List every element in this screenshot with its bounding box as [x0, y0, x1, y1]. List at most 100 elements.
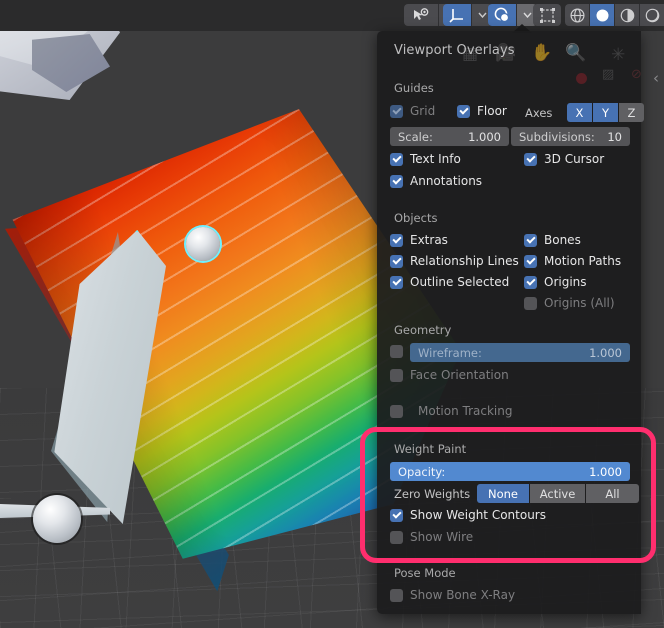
bone-selection-outline	[54, 230, 166, 524]
checkbox-extras[interactable]: Extras	[390, 233, 448, 247]
checkbox-origins-all[interactable]: Origins (All)	[524, 296, 615, 310]
axis-toggle-x[interactable]: X	[567, 103, 592, 122]
wireframe-globe-icon[interactable]	[565, 4, 589, 26]
shading-mode-group	[565, 4, 664, 26]
checkbox-origins[interactable]: Origins	[524, 275, 587, 289]
collapse-chevron-icon[interactable]: ‹	[653, 69, 659, 87]
checkbox-show-bone-xray-label: Show Bone X-Ray	[410, 588, 516, 602]
zoom-ghost-icon: 🔍	[565, 43, 587, 63]
checkbox-origins-label: Origins	[544, 275, 587, 289]
checkbox-grid[interactable]: Grid	[390, 104, 435, 118]
zero-weights-label: Zero Weights	[394, 487, 471, 501]
checkbox-show-bone-xray-box	[390, 588, 403, 602]
checkbox-show-weight-contours-box	[390, 508, 403, 522]
slider-wireframe[interactable]: Wireframe: 1.000	[410, 343, 630, 362]
axis-gizmo-icon[interactable]	[443, 4, 471, 26]
checkbox-extras-box	[390, 233, 403, 247]
slider-opacity-label: Opacity:	[398, 464, 446, 479]
dither-ghost-icon: ▨	[602, 67, 615, 82]
checkbox-3d-cursor[interactable]: 3D Cursor	[524, 152, 604, 166]
checkbox-outline-selected-label: Outline Selected	[410, 275, 510, 289]
xray-cube-icon[interactable]	[533, 4, 561, 26]
checkbox-motion-paths-box	[524, 254, 537, 268]
viewport-overlays-popover: ▦ 🎥 ✋ 🔍 ✳ ▨ ⊘ Viewport Overlays ‹ Guides…	[377, 31, 659, 614]
solid-sphere-icon[interactable]	[590, 4, 614, 26]
section-label-pose-mode: Pose Mode	[394, 566, 456, 580]
axes-toggle-group: X Y Z	[567, 103, 644, 122]
checkbox-3d-cursor-box	[524, 152, 537, 166]
armature-bone[interactable]	[40, 230, 220, 530]
transform-orientation-group	[443, 4, 492, 26]
checkbox-bones[interactable]: Bones	[524, 233, 581, 247]
zero-weights-option-active[interactable]: Active	[530, 484, 585, 503]
checkbox-grid-box	[390, 104, 403, 118]
slider-wireframe-value: 1.000	[589, 345, 622, 360]
material-sphere-icon[interactable]	[615, 4, 639, 26]
checkbox-motion-tracking[interactable]: Motion Tracking	[390, 404, 512, 418]
field-grid-scale-value: 1.000	[468, 129, 501, 144]
zero-weights-toggle-group: None Active All	[477, 484, 639, 503]
checkbox-text-info-label: Text Info	[410, 152, 461, 166]
popover-title: Viewport Overlays	[394, 43, 515, 58]
checkbox-motion-tracking-label: Motion Tracking	[418, 404, 513, 418]
checkbox-wireframe-toggle[interactable]	[390, 345, 403, 358]
checkbox-annotations[interactable]: Annotations	[390, 174, 482, 188]
no-camera-ghost-icon: ⊘	[631, 67, 642, 82]
checkbox-show-weight-contours-label: Show Weight Contours	[410, 508, 546, 522]
slider-wireframe-label: Wireframe:	[418, 345, 482, 360]
section-label-guides: Guides	[394, 81, 434, 95]
checkbox-face-orientation-label: Face Orientation	[410, 368, 509, 382]
checkbox-text-info[interactable]: Text Info	[390, 152, 461, 166]
field-grid-subdivisions-label: Subdivisions:	[519, 129, 595, 144]
zero-weights-option-all[interactable]: All	[586, 484, 639, 503]
xray-toggle-group	[533, 4, 561, 26]
slider-weight-paint-opacity[interactable]: Opacity: 1.000	[390, 462, 630, 481]
checkbox-grid-label: Grid	[410, 104, 436, 118]
checkbox-face-orientation-box	[390, 368, 403, 382]
field-grid-subdivisions[interactable]: Subdivisions: 10	[511, 127, 630, 146]
checkbox-show-weight-contours[interactable]: Show Weight Contours	[390, 508, 546, 522]
checkbox-face-orientation[interactable]: Face Orientation	[390, 368, 509, 382]
checkbox-floor[interactable]: Floor	[457, 104, 507, 118]
light-ghost-icon: ✳	[611, 45, 626, 65]
axes-label: Axes	[525, 106, 553, 120]
hand-ghost-icon: ✋	[531, 43, 553, 63]
checkbox-bones-box	[524, 233, 537, 247]
checkbox-extras-label: Extras	[410, 233, 448, 247]
checkbox-motion-paths[interactable]: Motion Paths	[524, 254, 621, 268]
field-grid-subdivisions-value: 10	[607, 129, 622, 144]
axis-toggle-z[interactable]: Z	[619, 103, 644, 122]
bone-joint-head[interactable]	[186, 227, 220, 261]
checkbox-origins-all-label: Origins (All)	[544, 296, 615, 310]
checkbox-annotations-box	[390, 174, 403, 188]
viewport-header-bar	[0, 0, 664, 31]
overlays-circles-icon[interactable]	[488, 4, 516, 26]
checkbox-origins-all-box	[524, 296, 537, 310]
field-grid-scale[interactable]: Scale: 1.000	[390, 127, 509, 146]
section-label-geometry: Geometry	[394, 323, 452, 337]
checkbox-show-wire-label: Show Wire	[410, 530, 474, 544]
checkbox-show-bone-xray[interactable]: Show Bone X-Ray	[390, 588, 515, 602]
zero-weights-option-none[interactable]: None	[477, 484, 529, 503]
checkbox-wireframe-toggle-box	[390, 345, 403, 358]
checkbox-floor-label: Floor	[477, 104, 507, 118]
checkbox-text-info-box	[390, 152, 403, 166]
checkbox-origins-box	[524, 275, 537, 289]
checkbox-annotations-label: Annotations	[410, 174, 483, 188]
rendered-sphere-icon[interactable]	[640, 4, 664, 26]
checkbox-floor-box	[457, 104, 470, 118]
cursor-eye-icon[interactable]	[404, 4, 438, 26]
checkbox-outline-selected[interactable]: Outline Selected	[390, 275, 509, 289]
checkbox-outline-selected-box	[390, 275, 403, 289]
checkbox-3d-cursor-label: 3D Cursor	[544, 152, 605, 166]
checkbox-motion-paths-label: Motion Paths	[544, 254, 622, 268]
checkbox-relationship-lines[interactable]: Relationship Lines	[390, 254, 519, 268]
section-label-objects: Objects	[394, 211, 438, 225]
checkbox-relationship-lines-box	[390, 254, 403, 268]
checkbox-show-wire-box	[390, 530, 403, 544]
slider-opacity-value: 1.000	[589, 464, 622, 479]
axis-toggle-y[interactable]: Y	[593, 103, 618, 122]
checkbox-show-wire[interactable]: Show Wire	[390, 530, 473, 544]
bone-joint-tail[interactable]	[33, 495, 81, 543]
section-label-weight-paint: Weight Paint	[394, 442, 467, 456]
